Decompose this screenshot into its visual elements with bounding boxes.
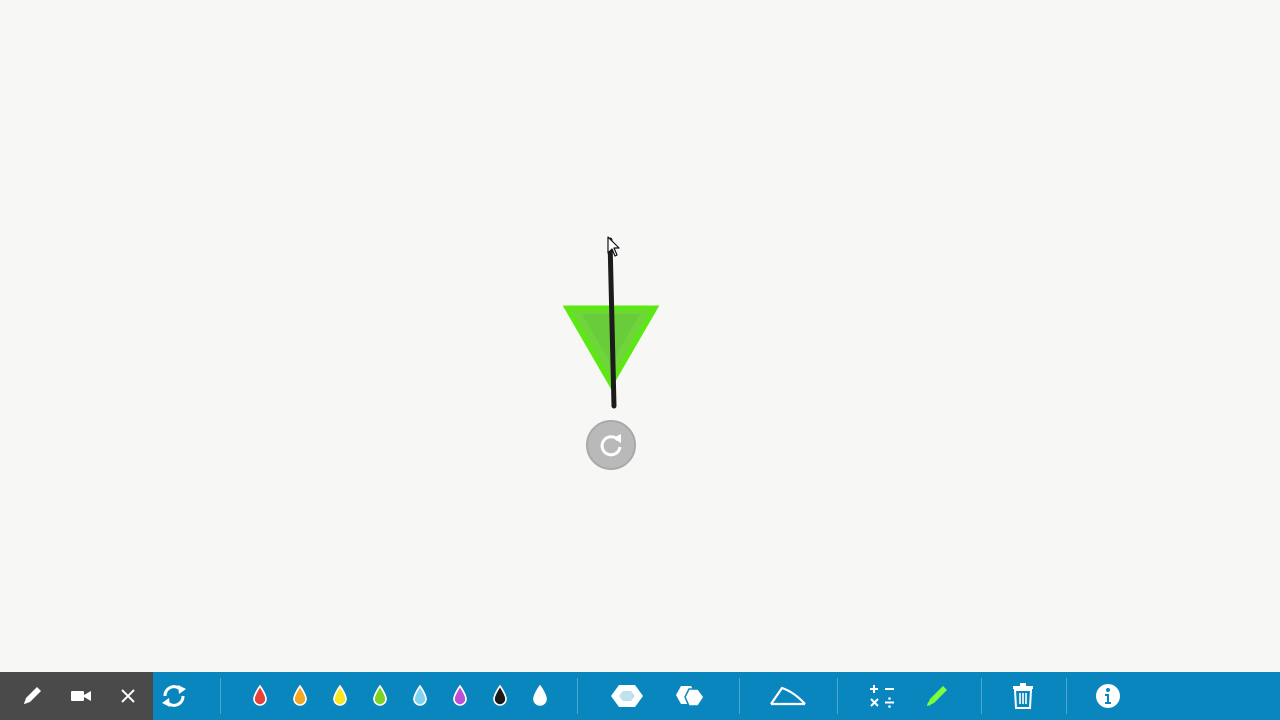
- color-drop-purple[interactable]: [440, 672, 480, 720]
- rotate-icon: [600, 434, 622, 457]
- color-drop-yellow[interactable]: [320, 672, 360, 720]
- filled-shape-button[interactable]: [607, 672, 647, 720]
- pen-tool-button[interactable]: [12, 672, 52, 720]
- angle-tool-button[interactable]: [768, 672, 808, 720]
- video-camera-icon: [71, 691, 91, 701]
- info-icon: [1096, 684, 1120, 708]
- mouse-cursor-icon: [607, 236, 620, 257]
- toolbar-separator: [981, 678, 982, 714]
- sync-icon: [162, 685, 186, 707]
- triangle-shape[interactable]: [560, 230, 670, 420]
- drop-icon: [333, 685, 347, 706]
- hexagon-icon: [676, 686, 705, 707]
- math-tool-button[interactable]: [862, 672, 902, 720]
- drop-icon: [253, 685, 267, 706]
- color-drop-white[interactable]: [520, 672, 560, 720]
- color-drop-green[interactable]: [360, 672, 400, 720]
- drop-icon: [453, 685, 467, 706]
- color-drop-cyan[interactable]: [400, 672, 440, 720]
- rotate-handle[interactable]: [586, 420, 636, 470]
- drawing-canvas[interactable]: [0, 0, 1280, 672]
- color-drop-orange[interactable]: [280, 672, 320, 720]
- filled-shape-icon: [611, 685, 643, 707]
- trash-icon: [1013, 683, 1033, 709]
- close-icon: [121, 689, 135, 703]
- hexagon-shape-button[interactable]: [670, 672, 710, 720]
- toolbar-separator: [577, 678, 578, 714]
- trash-button[interactable]: [1003, 672, 1043, 720]
- drop-icon: [413, 685, 427, 706]
- sync-button[interactable]: [154, 672, 194, 720]
- toolbar-separator: [220, 678, 221, 714]
- color-drop-black[interactable]: [480, 672, 520, 720]
- math-operators-icon: [870, 685, 894, 708]
- toolbar-separator: [739, 678, 740, 714]
- drop-icon: [493, 685, 507, 706]
- bottom-toolbar: [0, 672, 1280, 720]
- toolbar-separator: [1066, 678, 1067, 714]
- info-button[interactable]: [1088, 672, 1128, 720]
- color-drop-red[interactable]: [240, 672, 280, 720]
- pen-icon: [24, 687, 41, 704]
- close-tool-button[interactable]: [108, 672, 148, 720]
- video-tool-button[interactable]: [61, 672, 101, 720]
- toolbar-left-group: [0, 672, 153, 720]
- drop-icon: [293, 685, 307, 706]
- drop-icon: [373, 685, 387, 706]
- toolbar-separator: [837, 678, 838, 714]
- angle-icon: [770, 686, 806, 706]
- highlighter-icon: [927, 686, 947, 706]
- highlighter-button[interactable]: [917, 672, 957, 720]
- drop-icon: [533, 685, 547, 706]
